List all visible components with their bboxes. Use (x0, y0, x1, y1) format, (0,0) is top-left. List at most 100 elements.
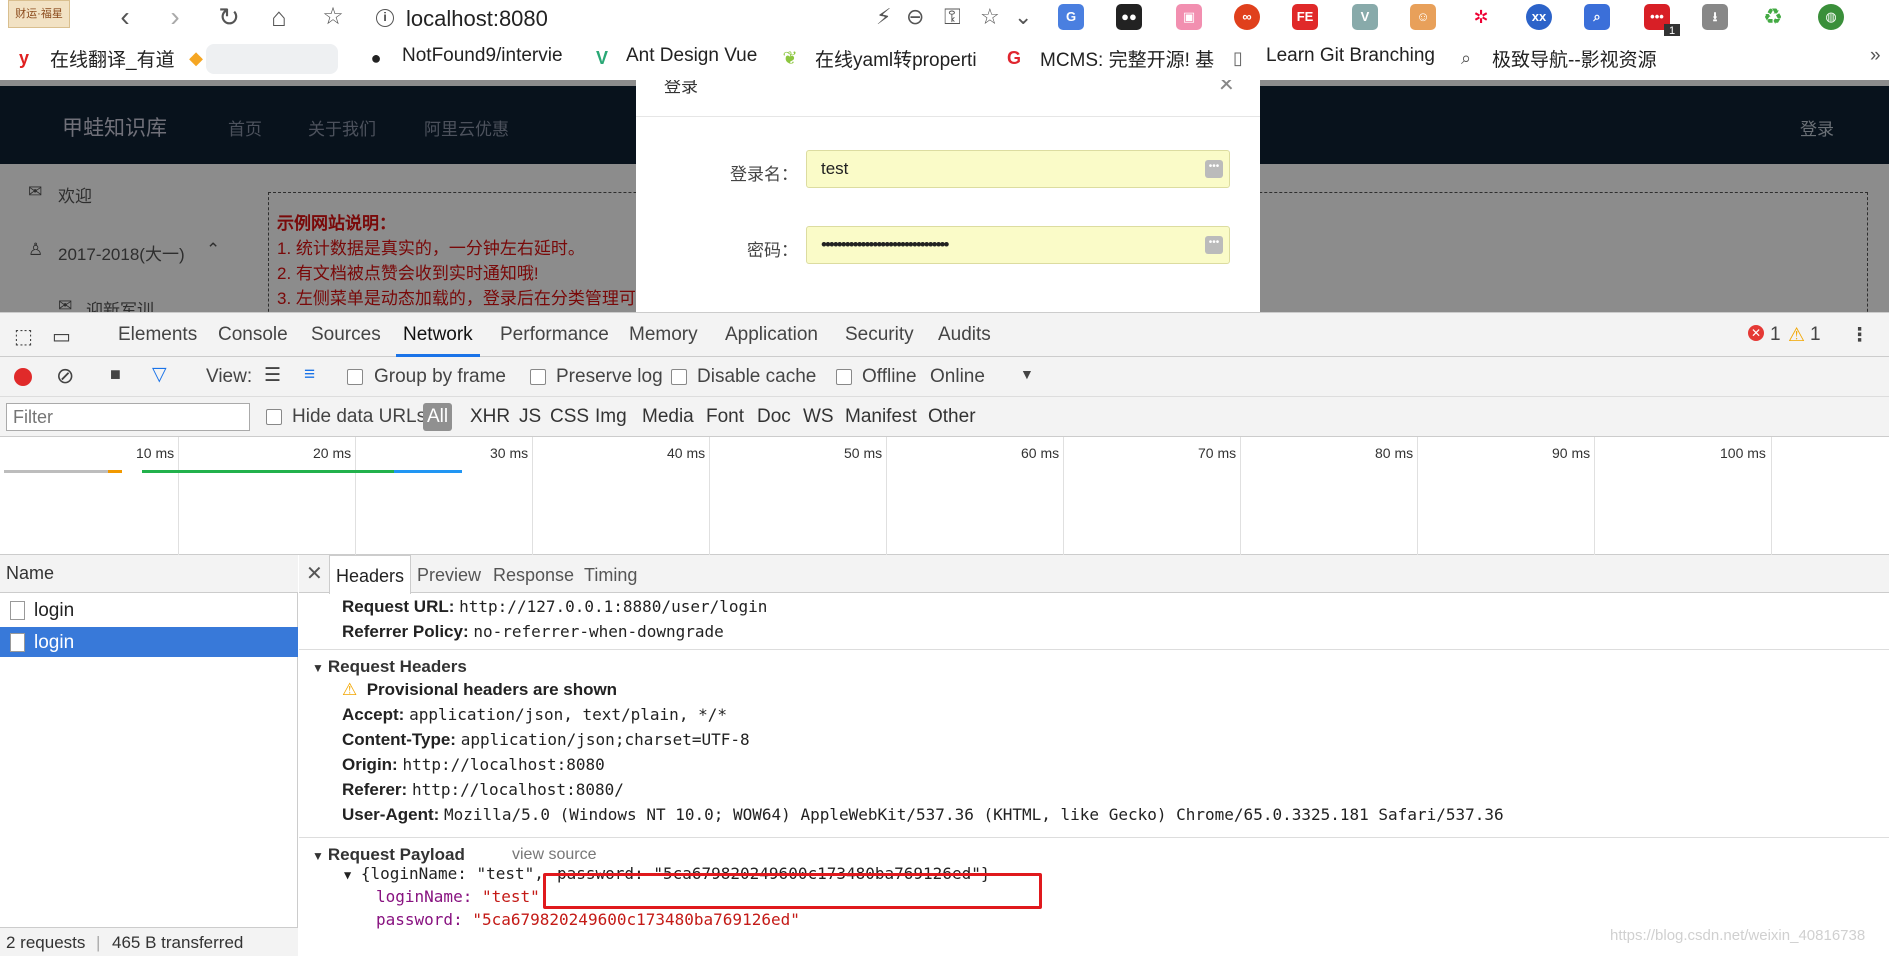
bookmark-jizhi[interactable]: 极致导航--影视资源 (1492, 45, 1662, 72)
zoom-icon[interactable]: ⊖ (906, 4, 924, 30)
login-name-field[interactable]: test ••• (806, 150, 1230, 188)
face-ext-icon[interactable]: ☺ (1410, 4, 1436, 30)
error-count[interactable]: 1 (1770, 324, 1781, 346)
filter-type-ws[interactable]: WS (803, 406, 834, 428)
fe-ext-icon[interactable]: FE (1292, 4, 1318, 30)
large-rows-icon[interactable]: ☰ (264, 364, 281, 387)
throttle-select[interactable]: Online (930, 366, 985, 388)
filter-type-css[interactable]: CSS (550, 406, 589, 428)
bookmark-star-icon[interactable]: ☆ (980, 4, 1000, 30)
address-bar[interactable]: i localhost:8080 (372, 4, 852, 32)
detail-tab-preview[interactable]: Preview (417, 565, 481, 586)
tab-elements[interactable]: Elements (118, 324, 197, 346)
xx-ext-icon[interactable]: xx (1526, 4, 1552, 30)
infinity-ext-icon[interactable]: ∞ (1234, 4, 1260, 30)
close-icon[interactable]: ✕ (1218, 80, 1235, 97)
filter-type-js[interactable]: JS (519, 406, 541, 428)
tab-performance[interactable]: Performance (500, 324, 609, 346)
payload-summary[interactable]: ▼ {loginName: "test", (344, 864, 544, 883)
filter-type-media[interactable]: Media (642, 406, 694, 428)
view-source-link[interactable]: view source (512, 846, 596, 864)
detail-tab-timing[interactable]: Timing (584, 565, 637, 586)
record-icon[interactable] (14, 368, 32, 386)
bookmark-antdv[interactable]: Ant Design Vue (626, 45, 757, 67)
star-icon[interactable]: ☆ (316, 2, 350, 34)
ext-icon[interactable]: ●● (1116, 4, 1142, 30)
group-by-frame-checkbox[interactable] (347, 369, 363, 385)
tv-ext-icon[interactable]: ▣ (1176, 4, 1202, 30)
filter-type-all[interactable]: All (423, 403, 453, 431)
tab-console[interactable]: Console (218, 324, 288, 346)
home-icon[interactable]: ⌂ (262, 2, 296, 34)
filter-type-font[interactable]: Font (706, 406, 744, 428)
capture-screenshots-icon[interactable]: ■ (110, 364, 121, 385)
tab-audits[interactable]: Audits (938, 324, 991, 346)
detail-tab-headers[interactable]: Headers (329, 555, 412, 594)
request-row-selected[interactable]: login (0, 627, 298, 657)
filter-icon[interactable]: ▽ (152, 363, 167, 386)
globe-ext-icon[interactable]: ◍ (1818, 4, 1844, 30)
grid-line (532, 437, 533, 555)
filter-input[interactable] (6, 403, 250, 431)
key-icon[interactable]: ⚿ (944, 4, 961, 30)
recycle-ext-icon[interactable]: ♻ (1760, 4, 1786, 30)
filter-type-xhr[interactable]: XHR (470, 406, 510, 428)
bookmark-notfound9[interactable]: NotFound9/intervie (402, 45, 572, 67)
more-bookmarks-icon[interactable]: » (1870, 45, 1881, 67)
filter-type-other[interactable]: Other (928, 406, 976, 428)
error-icon[interactable]: ✕ (1748, 325, 1764, 341)
name-column-header[interactable]: Name (0, 555, 298, 593)
bookmark-yaml[interactable]: 在线yaml转properti (815, 45, 985, 72)
info-icon[interactable]: i (376, 9, 394, 27)
pinned-tab[interactable]: 财运·福星 (8, 0, 70, 28)
autofill-icon[interactable]: ••• (1205, 160, 1223, 178)
tab-application[interactable]: Application (725, 324, 818, 346)
filter-type-doc[interactable]: Doc (757, 406, 791, 428)
lightning-icon[interactable]: ⚡ (876, 4, 891, 30)
disable-cache-checkbox[interactable] (671, 369, 687, 385)
tab-sources[interactable]: Sources (311, 324, 381, 346)
inspect-icon[interactable]: ⬚ (14, 324, 33, 349)
hide-data-urls-checkbox[interactable] (266, 409, 282, 425)
throttle-dropdown-icon[interactable]: ▼ (1020, 366, 1034, 382)
close-icon[interactable]: ✕ (306, 561, 323, 586)
more-icon[interactable]: ⋮ (1850, 324, 1869, 347)
device-toggle-icon[interactable]: ▭ (52, 324, 71, 349)
clear-icon[interactable]: ⊘ (56, 363, 74, 389)
detail-tab-response[interactable]: Response (493, 565, 574, 586)
search-ext-icon[interactable]: ⌕ (1584, 4, 1610, 30)
request-payload-title[interactable]: ▼ Request Payload (312, 845, 465, 865)
bookmark-mcms[interactable]: MCMS: 完整开源! 基 (1040, 45, 1214, 72)
bookmark-youdao[interactable]: 在线翻译_有道 (50, 45, 175, 72)
offline-checkbox[interactable] (836, 369, 852, 385)
forward-icon[interactable]: › (158, 2, 192, 34)
payload-key: loginName: (376, 887, 473, 906)
back-icon[interactable]: ‹ (108, 2, 142, 34)
translate-ext-icon[interactable]: G (1058, 4, 1084, 30)
tab-security[interactable]: Security (845, 324, 914, 346)
dropdown-icon[interactable]: ⌄ (1014, 4, 1032, 30)
request-headers-title[interactable]: ▼ Request Headers (312, 657, 467, 677)
filter-type-img[interactable]: Img (595, 406, 627, 428)
reload-icon[interactable]: ↻ (212, 2, 246, 34)
offline-label: Offline (862, 366, 917, 387)
blurred-bookmark[interactable] (206, 44, 338, 74)
password-field[interactable]: •••••••••••••••••••••••••••••••• ••• (806, 226, 1230, 264)
filter-type-manifest[interactable]: Manifest (845, 406, 917, 428)
request-row[interactable]: login (0, 595, 298, 625)
waterfall-icon[interactable]: ≡ (304, 364, 315, 386)
network-overview[interactable]: 10 ms 20 ms 30 ms 40 ms 50 ms 60 ms 70 m… (0, 437, 1889, 555)
tab-network[interactable]: Network (403, 324, 473, 346)
tab-memory[interactable]: Memory (629, 324, 698, 346)
preserve-log-checkbox[interactable] (530, 369, 546, 385)
hide-data-urls-label: Hide data URLs (292, 406, 427, 427)
bookmark-learngit[interactable]: Learn Git Branching (1266, 45, 1435, 67)
warning-count[interactable]: 1 (1810, 324, 1821, 346)
download-ext-icon[interactable]: ⭳ (1702, 4, 1728, 30)
network-ext-icon[interactable]: ✲ (1468, 4, 1494, 30)
browser-toolbar: 财运·福星 ‹ › ↻ ⌂ ☆ i localhost:8080 ⚡ ⊖ ⚿ ☆… (0, 0, 1889, 38)
autofill-icon-2[interactable]: ••• (1205, 236, 1223, 254)
warning-icon[interactable]: ⚠ (1788, 324, 1805, 347)
vue-ext-icon[interactable]: V (1352, 4, 1378, 30)
waterfall-download (394, 470, 462, 473)
